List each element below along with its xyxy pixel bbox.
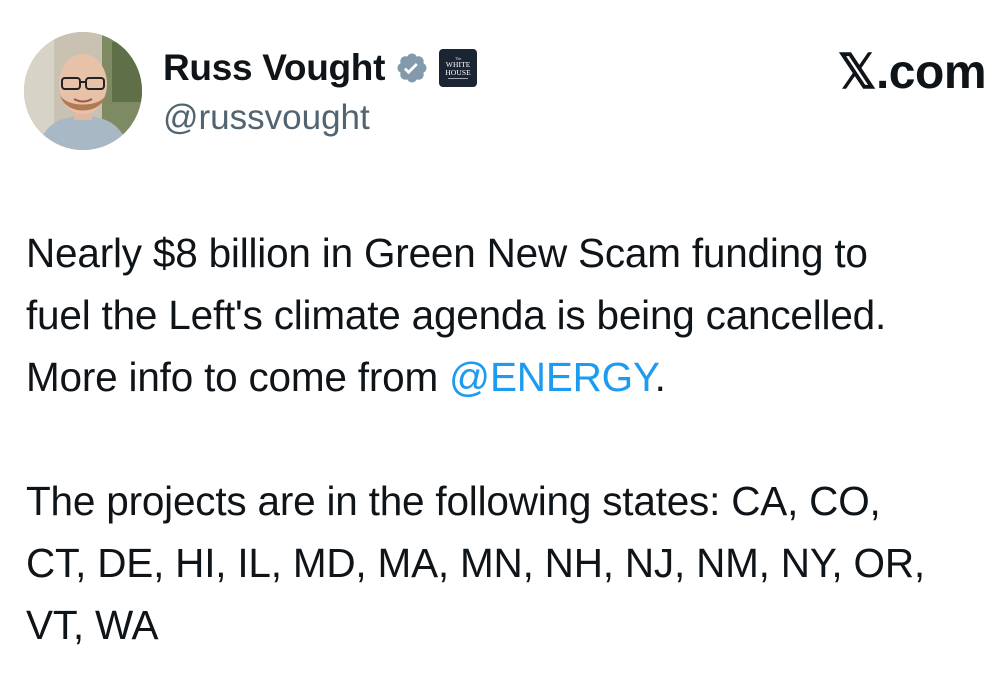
tweet-line: Nearly $8 billion in Green New Scam fund… — [26, 230, 868, 276]
display-name[interactable]: Russ Vought — [163, 47, 385, 89]
badge-text-line2: HOUSE — [445, 67, 471, 77]
avatar[interactable] — [24, 32, 142, 150]
tweet-line: VT, WA — [26, 602, 159, 648]
tweet-card: Russ Vought The WHITE HOUSE @russvought … — [0, 0, 1000, 680]
tweet-line-prefix: More info to come from — [26, 354, 450, 400]
mention-link[interactable]: @ENERGY — [449, 354, 655, 400]
tweet-paragraph-1: Nearly $8 billion in Green New Scam fund… — [26, 222, 998, 408]
tweet-line-suffix: . — [654, 354, 666, 400]
badge-text-top: The — [455, 56, 462, 61]
handle[interactable]: @russvought — [163, 98, 477, 138]
tweet-line: More info to come from @ENERGY. — [26, 346, 998, 408]
author-header: Russ Vought The WHITE HOUSE @russvought — [163, 42, 478, 138]
tweet-line: fuel the Left's climate agenda is being … — [26, 292, 887, 338]
avatar-photo — [24, 32, 142, 150]
tweet-line: CT, DE, HI, IL, MD, MA, MN, NH, NJ, NM, … — [26, 540, 925, 586]
verified-badge-icon — [395, 51, 429, 85]
x-logo: 𝕏.com — [837, 46, 987, 99]
tweet-paragraph-2: The projects are in the following states… — [26, 470, 998, 656]
tweet-line: The projects are in the following states… — [26, 478, 881, 524]
tweet-text: Nearly $8 billion in Green New Scam fund… — [26, 222, 998, 656]
name-row: Russ Vought The WHITE HOUSE — [163, 42, 478, 94]
badge-rule — [448, 78, 469, 79]
white-house-badge-icon[interactable]: The WHITE HOUSE — [439, 49, 478, 87]
